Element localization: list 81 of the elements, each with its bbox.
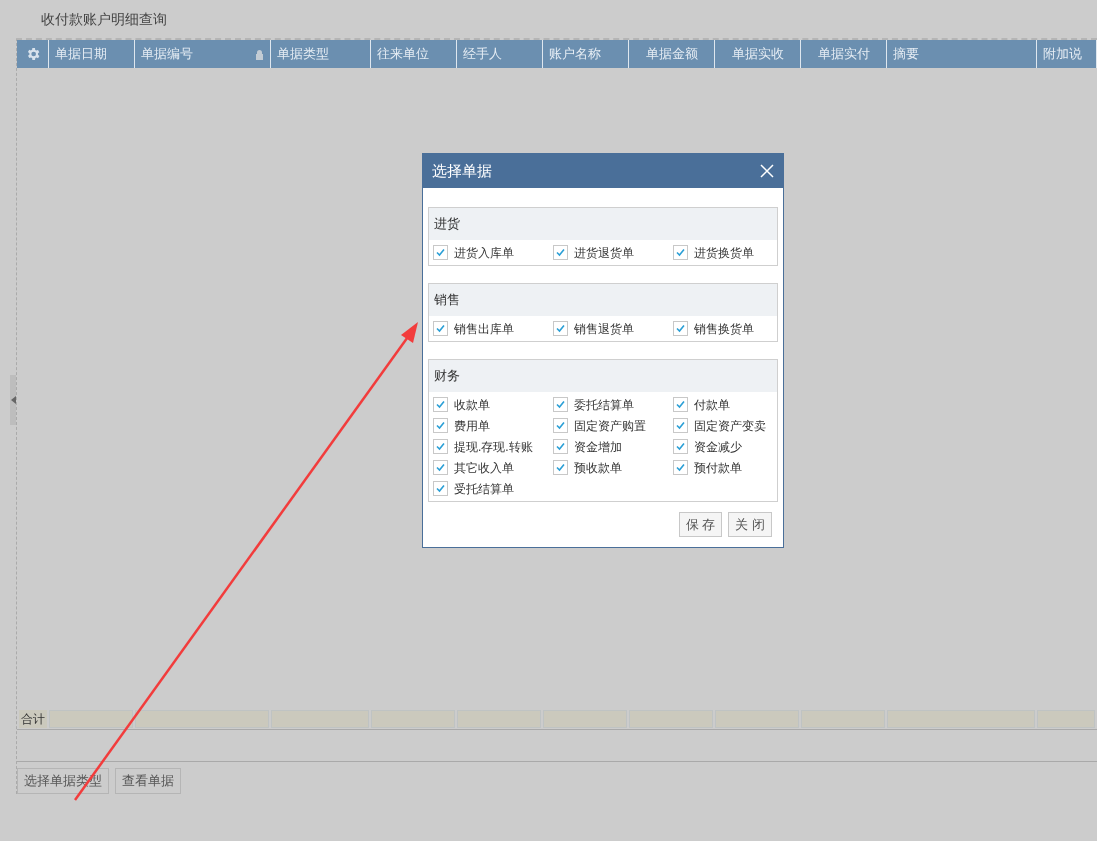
option-label: 预付款单 [694,459,742,477]
check-icon [675,247,686,258]
option-label: 其它收入单 [454,459,514,477]
check-icon [675,441,686,452]
option-label: 付款单 [694,396,730,414]
check-icon [435,399,446,410]
toolbar-button[interactable]: 查看单据 [115,768,181,794]
dialog-title: 选择单据 [432,160,492,181]
option-label: 固定资产购置 [574,417,646,435]
check-icon [555,441,566,452]
option-label: 销售出库单 [454,320,514,338]
footer-cell [1037,710,1095,728]
checkbox[interactable] [433,418,448,433]
option-label: 进货退货单 [574,244,634,262]
checkbox[interactable] [553,439,568,454]
checkbox[interactable] [433,460,448,475]
check-icon [675,323,686,334]
column-header[interactable]: 单据实收 [715,40,801,68]
column-header[interactable]: 往来单位 [371,40,457,68]
group-title: 销售 [434,291,460,310]
column-header[interactable]: 账户名称 [543,40,629,68]
checkbox[interactable] [553,418,568,433]
option-label: 资金增加 [574,438,622,456]
option-label: 销售退货单 [574,320,634,338]
check-icon [435,420,446,431]
checkbox[interactable] [553,460,568,475]
column-header[interactable]: 单据类型 [271,40,371,68]
column-header[interactable]: 单据实付 [801,40,887,68]
column-header[interactable]: 单据编号 [135,40,271,68]
checkbox[interactable] [553,321,568,336]
option-label: 销售换货单 [694,320,754,338]
check-icon [435,323,446,334]
column-header[interactable]: 单据金额 [629,40,715,68]
dialog-button[interactable]: 保 存 [678,512,723,537]
checkbox[interactable] [433,397,448,412]
option-label: 进货换货单 [694,244,754,262]
option-label: 受托结算单 [454,480,514,498]
checkbox[interactable] [433,321,448,336]
checkbox[interactable] [673,245,688,260]
option-label: 委托结算单 [574,396,634,414]
checkbox[interactable] [673,321,688,336]
checkbox[interactable] [433,245,448,260]
check-icon [555,323,566,334]
check-icon [435,441,446,452]
page-title: 收付款账户明细查询 [41,9,167,29]
column-header[interactable]: 经手人 [457,40,543,68]
column-header[interactable]: 附加说 [1037,40,1097,68]
option-label: 提现.存现.转账 [454,438,533,456]
option-label: 固定资产变卖 [694,417,766,435]
checkbox[interactable] [673,460,688,475]
group-title: 财务 [434,367,460,386]
caret-left-icon [10,396,16,404]
group-title: 进货 [434,215,460,234]
check-icon [555,399,566,410]
option-label: 费用单 [454,417,490,435]
option-label: 收款单 [454,396,490,414]
check-icon [435,462,446,473]
checkbox[interactable] [673,439,688,454]
check-icon [555,462,566,473]
collapse-handle[interactable] [10,375,16,425]
checkbox[interactable] [553,245,568,260]
check-icon [675,420,686,431]
check-icon [555,420,566,431]
checkbox[interactable] [553,397,568,412]
column-header[interactable]: 单据日期 [49,40,135,68]
check-icon [675,462,686,473]
option-label: 进货入库单 [454,244,514,262]
check-icon [435,247,446,258]
checkbox[interactable] [673,418,688,433]
close-icon[interactable] [760,164,774,178]
footer-label: 合计 [19,710,47,728]
option-label: 资金减少 [694,438,742,456]
check-icon [675,399,686,410]
option-label: 预收款单 [574,459,622,477]
check-icon [555,247,566,258]
column-header[interactable]: 摘要 [887,40,1037,68]
checkbox[interactable] [433,481,448,496]
check-icon [435,483,446,494]
dialog-button[interactable]: 关 闭 [728,512,772,537]
checkbox[interactable] [673,397,688,412]
checkbox[interactable] [433,439,448,454]
